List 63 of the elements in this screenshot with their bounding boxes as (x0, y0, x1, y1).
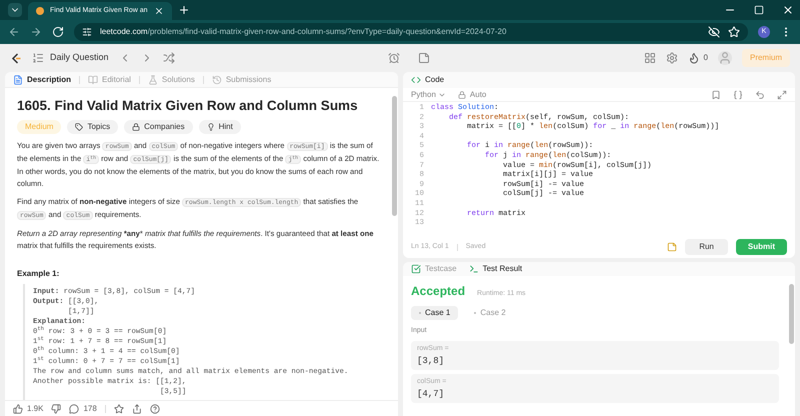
share-icon[interactable] (132, 404, 142, 414)
list-icon (32, 52, 44, 64)
lock-icon (458, 90, 466, 98)
tag-icon (75, 123, 84, 131)
like-button[interactable]: 1.9K (13, 402, 44, 414)
difficulty-tag: Medium (17, 120, 62, 134)
history-icon (212, 74, 222, 84)
problem-title: 1605. Find Valid Matrix Given Row and Column Sums (17, 97, 359, 114)
verdict-text: Accepted (411, 283, 466, 300)
maximize-icon[interactable] (754, 5, 764, 15)
tab-list-button[interactable] (8, 3, 22, 17)
url-text: leetcode.com/problems/find-valid-matrix-given-row-and-column-sums/?envType=daily-question&envId=2024-07-20 (100, 26, 506, 38)
close-icon[interactable] (782, 4, 794, 16)
auto-mode-label[interactable]: Auto (458, 88, 486, 100)
thumbs-up-icon (13, 404, 23, 414)
favicon-icon (36, 7, 44, 15)
code-icon (411, 75, 421, 85)
panel-tab[interactable]: Description (13, 74, 72, 86)
daily-question-button[interactable]: Daily Question (32, 51, 109, 65)
lock-icon (132, 123, 140, 131)
streak-counter[interactable]: 0 (688, 52, 708, 64)
forward-icon[interactable] (30, 26, 42, 38)
note-icon[interactable] (667, 242, 678, 252)
bookmark-icon[interactable] (711, 90, 721, 100)
topics-tag[interactable]: Topics (67, 120, 118, 134)
reload-icon[interactable] (52, 26, 64, 38)
star-icon[interactable] (114, 404, 124, 414)
checkbox-icon (411, 264, 421, 274)
example-heading: Example 1: (17, 268, 60, 280)
help-icon[interactable] (150, 404, 160, 414)
terminal-icon (468, 264, 479, 274)
book-icon (88, 74, 98, 84)
settings-icon[interactable] (666, 52, 678, 64)
new-tab-icon[interactable] (178, 4, 190, 16)
language-select[interactable]: Python (411, 88, 446, 100)
panel-title: Code (425, 74, 444, 86)
document-icon (13, 74, 23, 84)
result-tab[interactable]: Test Result (468, 263, 522, 275)
eye-off-icon[interactable] (708, 26, 720, 38)
grid-icon[interactable] (644, 52, 656, 64)
flame-icon (688, 52, 700, 64)
companies-tag[interactable]: Companies (124, 120, 193, 134)
logo-icon[interactable] (10, 52, 22, 64)
hint-tag[interactable]: Hint (198, 120, 241, 134)
input-value: [3,8] (417, 354, 446, 366)
run-button[interactable]: Run (685, 239, 728, 255)
undo-icon[interactable] (755, 90, 765, 100)
address-field[interactable]: leetcode.com/problems/find-valid-matrix-given-row-and-column-sums/?envType=daily-question&envId=2024-07-20 (74, 23, 748, 41)
comment-icon (69, 404, 80, 414)
shuffle-icon[interactable] (162, 52, 175, 64)
expand-icon[interactable] (777, 90, 787, 100)
flask-icon (148, 74, 158, 84)
alarm-clock-icon[interactable] (388, 52, 400, 64)
site-settings-icon[interactable] (82, 27, 92, 37)
dislike-icon[interactable] (51, 404, 62, 414)
braces-icon[interactable] (733, 90, 743, 100)
back-icon[interactable] (8, 26, 20, 38)
case-tab[interactable]: Case 1 (411, 306, 458, 320)
close-icon[interactable] (154, 6, 164, 16)
lightbulb-icon (206, 123, 215, 131)
note-icon[interactable] (418, 52, 430, 64)
comments-button[interactable]: 178 (69, 402, 97, 414)
input-value: [4,7] (417, 388, 446, 400)
